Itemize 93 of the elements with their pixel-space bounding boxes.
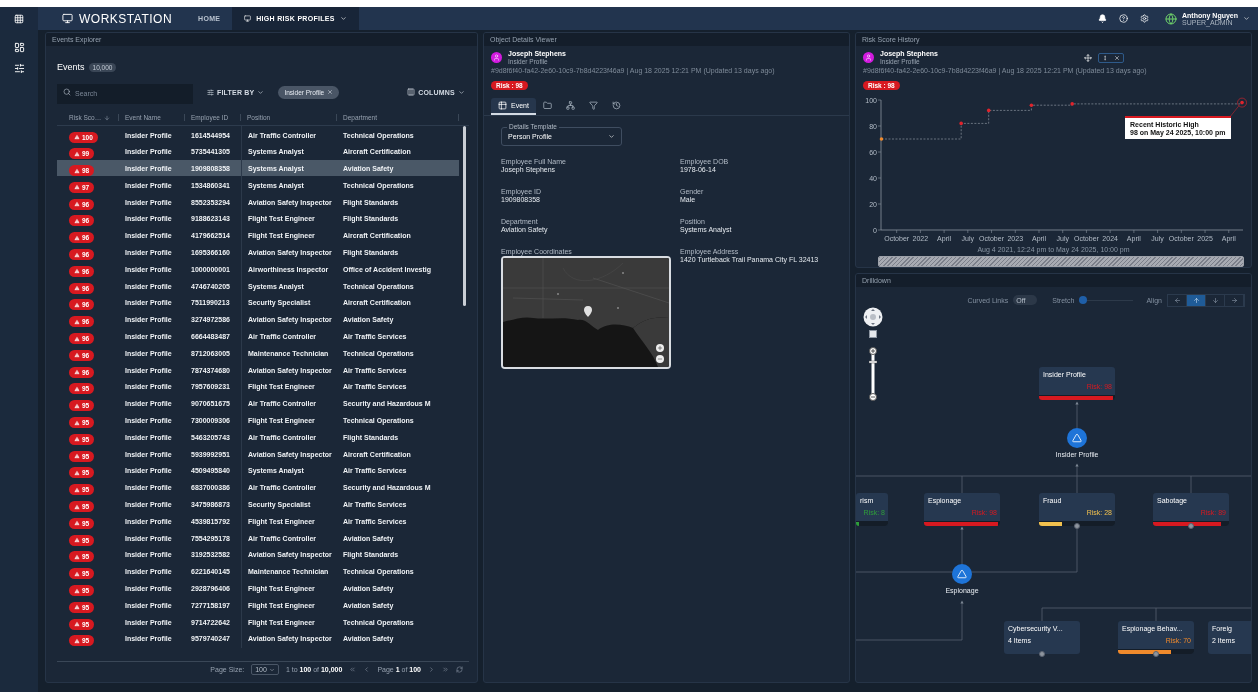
warning-icon bbox=[74, 537, 80, 544]
arrow-down-icon bbox=[1211, 296, 1219, 304]
warning-icon bbox=[74, 167, 80, 174]
grid-icon bbox=[14, 13, 24, 24]
warning-icon bbox=[74, 419, 80, 426]
columns-icon bbox=[407, 88, 416, 96]
expand-handle-icon[interactable] bbox=[1153, 651, 1159, 657]
caret-icon bbox=[608, 133, 615, 140]
warning-icon bbox=[74, 503, 80, 510]
zoom-out-button[interactable] bbox=[656, 355, 664, 363]
hub-node-icon[interactable] bbox=[952, 564, 972, 584]
scrollbar-thumb[interactable] bbox=[463, 126, 466, 306]
data-point[interactable] bbox=[986, 108, 991, 113]
more-icon bbox=[1102, 54, 1108, 61]
warning-icon bbox=[74, 570, 80, 577]
arrow-left-icon bbox=[1173, 296, 1181, 304]
monitor-icon bbox=[244, 15, 252, 22]
data-point[interactable] bbox=[959, 121, 963, 126]
warning-icon bbox=[74, 218, 80, 224]
warning-icon bbox=[74, 637, 80, 644]
warning-icon bbox=[74, 587, 80, 594]
table-icon bbox=[498, 101, 507, 110]
warning-icon bbox=[74, 301, 80, 308]
data-point[interactable] bbox=[1070, 102, 1074, 106]
warning-icon bbox=[74, 621, 80, 628]
sliders-icon[interactable] bbox=[13, 63, 25, 74]
warning-icon bbox=[74, 486, 80, 493]
refresh-icon[interactable] bbox=[456, 666, 463, 673]
caret-icon bbox=[1243, 15, 1250, 22]
close-icon[interactable] bbox=[327, 89, 334, 95]
hub-node-icon[interactable] bbox=[1067, 428, 1087, 448]
expand-handle-icon[interactable] bbox=[1188, 523, 1194, 529]
pan-control-icon[interactable] bbox=[863, 307, 883, 327]
search-icon bbox=[63, 88, 71, 96]
arrow-right-icon bbox=[1230, 296, 1238, 304]
slider-thumb[interactable] bbox=[1079, 296, 1088, 304]
warning-icon bbox=[74, 184, 80, 191]
warning-icon bbox=[74, 369, 80, 376]
history-icon bbox=[611, 101, 621, 110]
caret-icon bbox=[257, 88, 265, 96]
folder-icon bbox=[542, 101, 552, 110]
monitor-icon bbox=[62, 13, 73, 24]
warning-icon bbox=[74, 553, 80, 560]
fit-view-icon[interactable] bbox=[869, 330, 877, 338]
warning-icon bbox=[74, 352, 80, 359]
caret-icon bbox=[458, 88, 465, 96]
warning-icon bbox=[74, 150, 80, 157]
globe-icon bbox=[1165, 12, 1177, 25]
data-point[interactable] bbox=[1029, 103, 1034, 107]
warning-icon bbox=[74, 201, 80, 208]
warning-icon bbox=[74, 436, 80, 443]
align-button[interactable] bbox=[1187, 294, 1206, 306]
network-icon bbox=[565, 101, 575, 110]
warning-icon bbox=[74, 520, 80, 527]
app-title: WORKSTATION bbox=[79, 11, 173, 26]
sliders-icon bbox=[207, 88, 214, 96]
zoom-in-button[interactable] bbox=[656, 344, 664, 352]
minus-icon bbox=[657, 356, 663, 362]
caret-icon bbox=[268, 666, 275, 673]
warning-icon bbox=[74, 134, 80, 140]
warning-icon bbox=[74, 268, 80, 275]
warning-icon bbox=[74, 402, 80, 409]
warning-icon bbox=[74, 251, 80, 258]
avatar-icon bbox=[491, 52, 502, 63]
data-point[interactable] bbox=[1240, 100, 1244, 105]
move-icon[interactable] bbox=[1084, 53, 1092, 62]
expand-handle-icon[interactable] bbox=[1039, 651, 1045, 657]
expand-handle-icon[interactable] bbox=[1074, 523, 1080, 529]
first-page-icon[interactable] bbox=[349, 666, 357, 673]
warning-icon bbox=[74, 335, 80, 342]
last-page-icon[interactable] bbox=[442, 666, 449, 673]
sort-arrow-icon bbox=[104, 114, 111, 121]
warning-icon bbox=[74, 385, 80, 392]
warning-icon bbox=[74, 318, 80, 325]
next-page-icon[interactable] bbox=[428, 666, 435, 673]
warning-icon bbox=[74, 604, 80, 611]
warning-icon bbox=[74, 285, 80, 292]
data-point[interactable] bbox=[879, 137, 884, 141]
plus-icon bbox=[657, 345, 663, 351]
warning-icon bbox=[74, 234, 80, 241]
previous-page-icon[interactable] bbox=[363, 666, 371, 673]
highlight-ring-icon bbox=[1237, 97, 1247, 108]
warning-icon bbox=[74, 453, 80, 460]
warning-icon bbox=[74, 469, 80, 476]
app-menu-button[interactable] bbox=[0, 7, 38, 30]
add-widget-icon[interactable] bbox=[13, 42, 25, 53]
close-icon bbox=[1114, 54, 1120, 61]
caret-icon bbox=[339, 15, 347, 22]
zoom-slider-icon[interactable] bbox=[869, 347, 877, 401]
arrow-up-icon bbox=[1192, 296, 1200, 304]
events-title: Events bbox=[57, 62, 85, 72]
filter-icon bbox=[588, 101, 598, 110]
avatar-icon bbox=[863, 52, 874, 63]
